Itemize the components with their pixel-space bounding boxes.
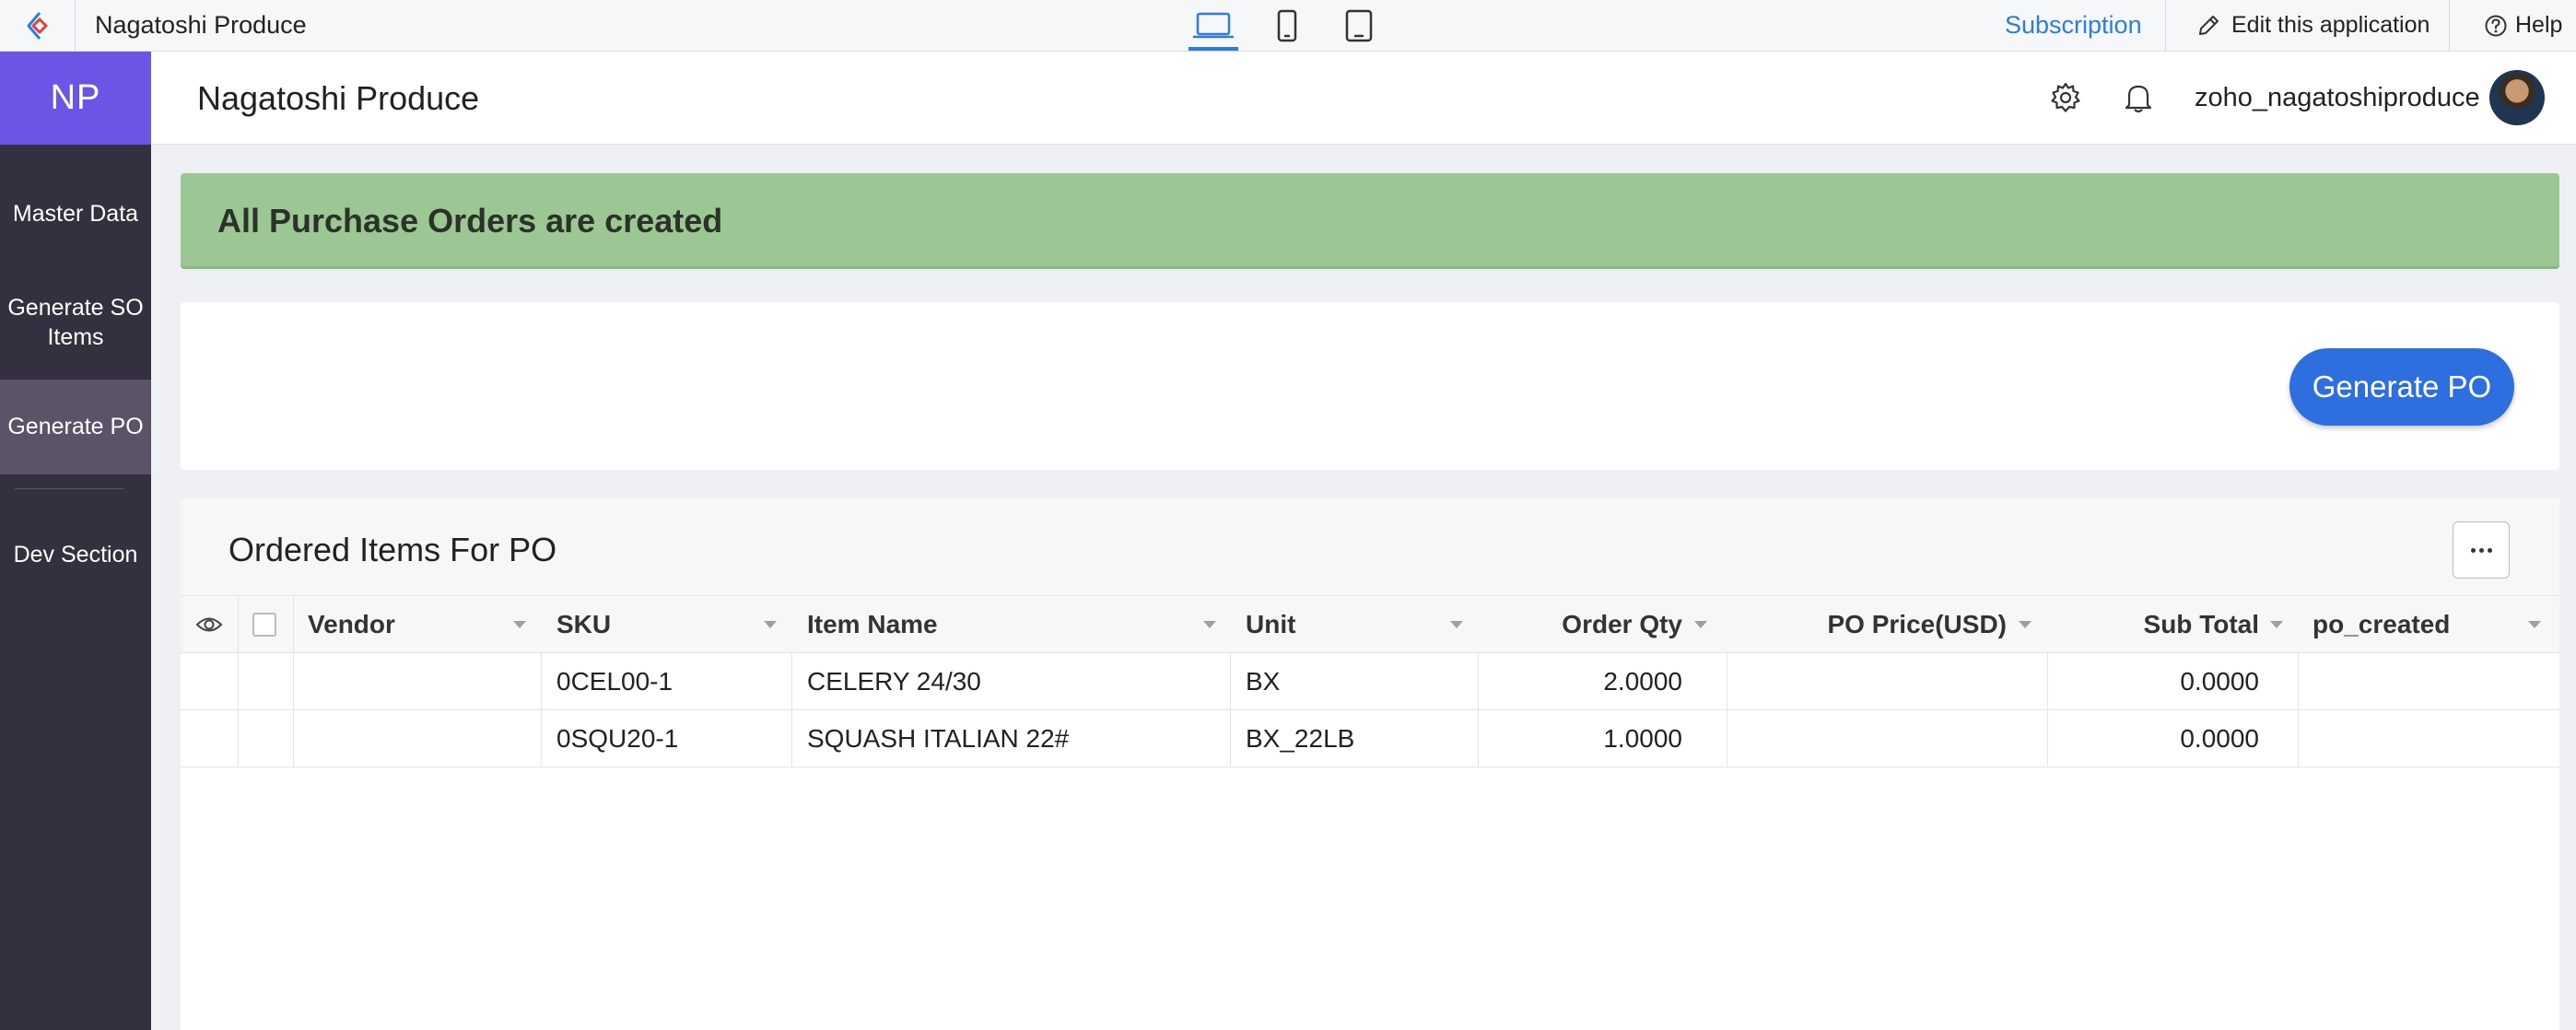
sort-caret-icon[interactable]: [1450, 621, 1463, 628]
subscription-link[interactable]: Subscription: [2005, 0, 2142, 51]
cell-item-name: CELERY 24/30: [807, 667, 981, 696]
select-all-checkbox[interactable]: [252, 613, 276, 637]
username[interactable]: zoho_nagatoshiproduce: [2195, 52, 2480, 145]
column-separator: [293, 710, 294, 767]
cell-sub-total: 0.0000: [2180, 724, 2259, 753]
sort-caret-icon[interactable]: [2019, 621, 2032, 628]
cell-po-price: [1747, 653, 2007, 710]
divider: [2165, 0, 2166, 51]
sidebar-item-dev-section[interactable]: Dev Section: [0, 540, 151, 569]
column-header-sub-total[interactable]: Sub Total: [2073, 596, 2259, 653]
column-separator: [1478, 710, 1479, 767]
table-row[interactable]: 0CEL00-1 CELERY 24/30 BX 2.0000 0.0000: [181, 653, 2559, 710]
column-header-sku[interactable]: SKU: [556, 596, 611, 653]
cell-sku: 0CEL00-1: [556, 667, 673, 696]
desktop-view-icon[interactable]: [1188, 0, 1238, 51]
column-header-po-created[interactable]: po_created: [2313, 596, 2450, 653]
column-separator: [1230, 653, 1231, 710]
sidebar-divider: [15, 488, 123, 489]
eye-icon[interactable]: [195, 612, 223, 642]
dot-icon: [2478, 547, 2484, 553]
ordered-items-report: Ordered Items For PO Vendor SKU Item Nam…: [181, 498, 2559, 1030]
column-separator: [238, 710, 239, 767]
table-row[interactable]: 0SQU20-1 SQUASH ITALIAN 22# BX_22LB 1.00…: [181, 710, 2559, 767]
column-separator: [293, 653, 294, 710]
help-circle-icon: [2485, 15, 2507, 36]
column-header-vendor[interactable]: Vendor: [308, 596, 395, 653]
column-separator: [293, 596, 294, 653]
sort-caret-icon[interactable]: [2528, 621, 2541, 628]
column-separator: [2047, 653, 2048, 710]
top-bar: Nagatoshi Produce Subscription Edit this…: [0, 0, 2576, 52]
zoho-creator-logo-icon[interactable]: [0, 0, 76, 51]
column-separator: [791, 653, 792, 710]
sort-caret-icon[interactable]: [1694, 621, 1707, 628]
generate-po-button[interactable]: Generate PO: [2289, 348, 2514, 426]
bell-icon[interactable]: [2120, 79, 2157, 116]
cell-item-name: SQUASH ITALIAN 22#: [807, 724, 1070, 753]
cell-order-qty: 2.0000: [1603, 667, 1682, 696]
column-header-unit[interactable]: Unit: [1246, 596, 1295, 653]
sort-caret-icon[interactable]: [764, 621, 777, 628]
column-separator: [541, 710, 542, 767]
avatar[interactable]: [2489, 70, 2545, 125]
action-panel: Generate PO: [181, 302, 2559, 470]
column-separator: [2298, 653, 2299, 710]
report-header: Ordered Items For PO: [181, 498, 2559, 596]
page-title: Nagatoshi Produce: [197, 79, 480, 117]
help-label: Help: [2515, 12, 2563, 38]
edit-application-label: Edit this application: [2231, 12, 2430, 38]
more-options-button[interactable]: [2453, 521, 2510, 579]
sidebar: NP Master Data Generate SO Items Generat…: [0, 52, 151, 1030]
cell-sku: 0SQU20-1: [556, 724, 679, 753]
sort-caret-icon[interactable]: [513, 621, 526, 628]
gear-icon[interactable]: [2047, 79, 2084, 116]
column-header-item-name[interactable]: Item Name: [807, 596, 938, 653]
sidebar-item-generate-po[interactable]: Generate PO: [0, 380, 151, 474]
cell-unit: BX: [1246, 667, 1281, 696]
column-separator: [2298, 710, 2299, 767]
mobile-view-icon[interactable]: [1262, 0, 1312, 51]
column-separator: [1478, 653, 1479, 710]
column-separator: [238, 653, 239, 710]
cell-sub-total: 0.0000: [2180, 667, 2259, 696]
success-message: All Purchase Orders are created: [217, 202, 723, 240]
report-title: Ordered Items For PO: [228, 531, 557, 568]
column-separator: [2047, 710, 2048, 767]
column-separator: [541, 653, 542, 710]
app-logo[interactable]: NP: [0, 52, 151, 145]
column-header-order-qty[interactable]: Order Qty: [1476, 596, 1682, 653]
divider: [2449, 0, 2450, 51]
page-header: Nagatoshi Produce zoho_nagatoshiproduce: [151, 52, 2576, 145]
table-header: Vendor SKU Item Name Unit Order Qty PO P…: [181, 596, 2559, 653]
dot-icon: [2470, 547, 2476, 553]
sidebar-item-master-data[interactable]: Master Data: [0, 199, 151, 228]
column-separator: [791, 710, 792, 767]
column-header-po-price[interactable]: PO Price(USD): [1747, 596, 2008, 653]
column-separator: [1230, 710, 1231, 767]
help-button[interactable]: Help: [2484, 0, 2562, 51]
app-name: Nagatoshi Produce: [95, 11, 307, 39]
sort-caret-icon[interactable]: [2270, 621, 2283, 628]
success-banner: All Purchase Orders are created: [181, 173, 2559, 269]
tablet-view-icon[interactable]: [1334, 0, 1384, 51]
cell-po-price: [1747, 710, 2007, 767]
dot-icon: [2487, 547, 2492, 553]
column-separator: [238, 596, 239, 653]
edit-application-button[interactable]: Edit this application: [2196, 0, 2430, 51]
cell-order-qty: 1.0000: [1603, 724, 1682, 753]
sort-caret-icon[interactable]: [1203, 621, 1216, 628]
sidebar-item-generate-so-items[interactable]: Generate SO Items: [0, 293, 151, 352]
pencil-icon: [2199, 15, 2219, 35]
cell-unit: BX_22LB: [1246, 724, 1355, 753]
